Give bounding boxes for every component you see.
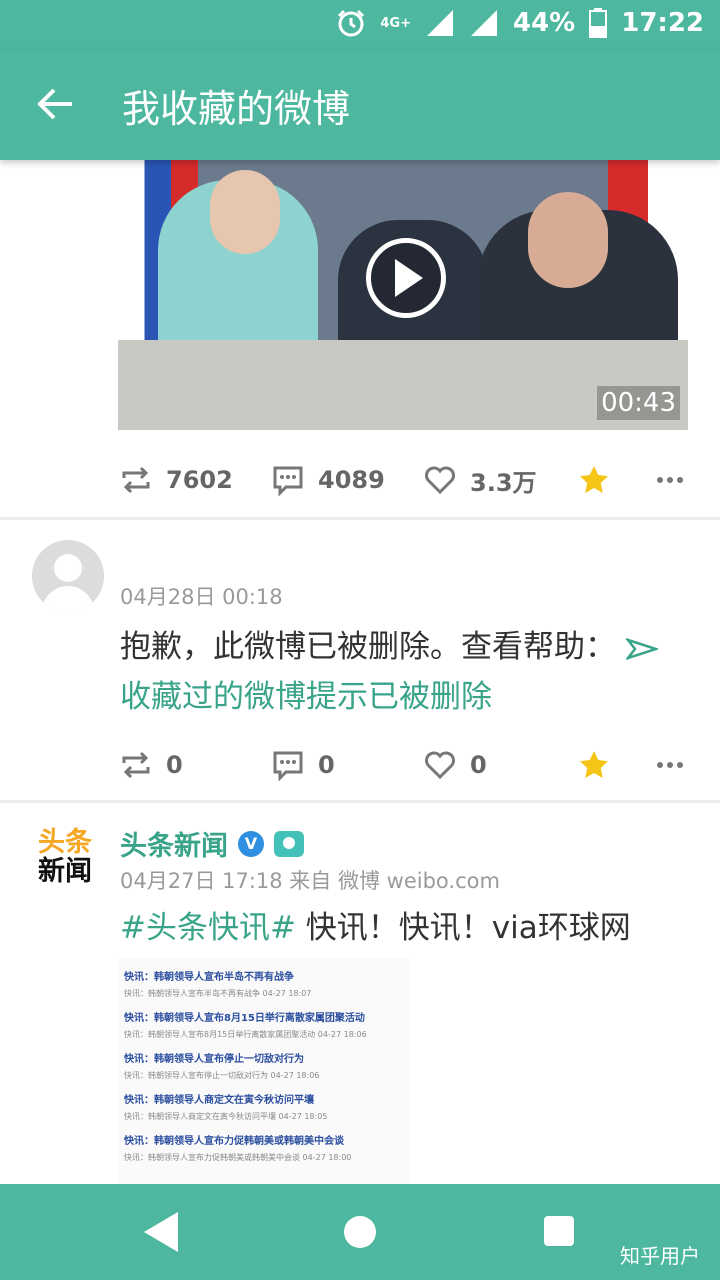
username-text[interactable]: 头条新闻 bbox=[120, 824, 228, 863]
logo-line-2: 新闻 bbox=[38, 856, 92, 887]
post-text: 抱歉，此微博已被删除。查看帮助： 收藏过的微博提示已被删除 bbox=[120, 622, 680, 722]
image-headline: 快讯：韩朝领导人宣布力促韩朝美或韩朝美中会谈 bbox=[124, 1136, 344, 1147]
favorite-button[interactable] bbox=[578, 445, 610, 515]
camera-icon bbox=[274, 830, 304, 857]
repost-count: 7602 bbox=[166, 466, 233, 494]
star-icon bbox=[580, 466, 608, 493]
comment-icon bbox=[273, 751, 303, 781]
page-title: 我收藏的微博 bbox=[122, 87, 351, 131]
system-nav-bar: 知乎用户 bbox=[0, 1184, 720, 1280]
battery-percent: 44% bbox=[513, 8, 576, 38]
repost-icon bbox=[122, 751, 150, 779]
news-logo[interactable]: 头条 新闻 bbox=[38, 828, 102, 886]
post-body: 快讯！快讯！via环球网 bbox=[295, 910, 631, 946]
logo-line-1: 头条 bbox=[38, 827, 92, 858]
video-duration: 00:43 bbox=[597, 386, 680, 420]
divider bbox=[0, 517, 720, 520]
battery-icon bbox=[589, 8, 608, 38]
image-headline: 快讯：韩朝领导人宣布8月15日举行离散家属团聚活动 bbox=[124, 1013, 365, 1024]
post-text: #头条快讯# 快讯！快讯！via环球网 bbox=[120, 903, 680, 953]
divider bbox=[0, 800, 720, 803]
image-news-item: 快讯：韩朝领导人宣布8月15日举行离散家属团聚活动 快讯：韩朝领导人宣布8月15… bbox=[124, 1009, 410, 1040]
signal-icon bbox=[427, 10, 453, 36]
post-actions: 0 0 0 bbox=[0, 730, 720, 800]
more-button[interactable] bbox=[656, 445, 684, 515]
clock: 17:22 bbox=[621, 8, 704, 38]
post-image[interactable]: 快讯：韩朝领导人宣布半岛不再有战争 快讯：韩朝领导人宣布半岛不再有战争 04-2… bbox=[118, 958, 410, 1184]
signal-2-icon bbox=[471, 10, 497, 36]
image-subline: 快讯：韩朝领导人宣布半岛不再有战争 04-27 18:07 bbox=[124, 989, 312, 998]
more-icon bbox=[657, 762, 683, 768]
heart-icon bbox=[425, 751, 455, 780]
comment-icon bbox=[273, 466, 303, 496]
alarm-icon bbox=[338, 9, 365, 37]
image-subline: 快讯：韩朝领导人宣布停止一切敌对行为 04-27 18:06 bbox=[124, 1071, 320, 1080]
post-timestamp: 04月28日 00:18 bbox=[120, 585, 283, 609]
deleted-notice: 抱歉，此微博已被删除。查看帮助： bbox=[120, 629, 616, 665]
arrow-icon[interactable] bbox=[624, 637, 660, 660]
image-subline: 快讯：韩朝领导人商定文在寅今秋访问平壤 04-27 18:05 bbox=[124, 1112, 328, 1121]
person-figure bbox=[210, 170, 280, 254]
more-icon bbox=[657, 477, 683, 483]
post-actions: 7602 4089 3.3万 bbox=[0, 445, 720, 515]
help-link[interactable]: 收藏过的微博提示已被删除 bbox=[120, 679, 492, 715]
like-count: 0 bbox=[470, 751, 487, 779]
image-news-item: 快讯：韩朝领导人宣布力促韩朝美或韩朝美中会谈 快讯：韩朝领导人宣布力促韩朝美或韩… bbox=[124, 1132, 410, 1163]
image-subline: 快讯：韩朝领导人宣布8月15日举行离散家属团聚活动 04-27 18:06 bbox=[124, 1030, 367, 1039]
favorite-button[interactable] bbox=[578, 730, 610, 800]
nav-recents-icon[interactable] bbox=[544, 1216, 574, 1246]
comment-count: 0 bbox=[318, 751, 335, 779]
repost-icon bbox=[122, 466, 150, 494]
app-bar: 我收藏的微博 bbox=[0, 50, 720, 160]
image-news-item: 快讯：韩朝领导人商定文在寅今秋访问平壤 快讯：韩朝领导人商定文在寅今秋访问平壤 … bbox=[124, 1091, 410, 1122]
more-button[interactable] bbox=[656, 730, 684, 800]
comment-button[interactable]: 4089 bbox=[272, 445, 385, 515]
post-meta: 04月27日 17:18 来自 微博 weibo.com bbox=[120, 869, 500, 893]
image-subline: 快讯：韩朝领导人宣布力促韩朝美或韩朝美中会谈 04-27 18:00 bbox=[124, 1153, 352, 1162]
network-label: 4G+ bbox=[380, 15, 411, 31]
comment-count: 4089 bbox=[318, 466, 385, 494]
repost-button[interactable]: 0 bbox=[120, 730, 183, 800]
person-figure bbox=[528, 192, 608, 288]
hashtag-link[interactable]: #头条快讯# bbox=[120, 910, 296, 946]
default-avatar-icon bbox=[42, 554, 94, 612]
verified-icon: V bbox=[238, 830, 264, 857]
star-icon bbox=[580, 751, 608, 778]
avatar[interactable] bbox=[32, 540, 104, 612]
nav-back-icon[interactable] bbox=[144, 1212, 178, 1252]
play-icon[interactable] bbox=[366, 238, 446, 318]
heart-icon bbox=[425, 466, 455, 495]
video-thumbnail[interactable]: 00:43 bbox=[118, 160, 688, 430]
repost-count: 0 bbox=[166, 751, 183, 779]
back-arrow-icon[interactable] bbox=[36, 84, 76, 124]
watermark: 知乎用户 bbox=[620, 1244, 700, 1268]
image-headline: 快讯：韩朝领导人宣布半岛不再有战争 bbox=[124, 972, 294, 983]
favorites-feed[interactable]: 00:43 7602 4089 3.3万 04月28日 00:18 抱歉，此微博… bbox=[0, 160, 720, 1184]
like-count: 3.3万 bbox=[470, 468, 537, 497]
repost-button[interactable]: 7602 bbox=[120, 445, 233, 515]
status-bar: 4G+ 44% 17:22 bbox=[0, 0, 720, 50]
image-headline: 快讯：韩朝领导人商定文在寅今秋访问平壤 bbox=[124, 1095, 314, 1106]
like-button[interactable]: 0 bbox=[424, 730, 487, 800]
image-news-item: 快讯：韩朝领导人宣布半岛不再有战争 快讯：韩朝领导人宣布半岛不再有战争 04-2… bbox=[124, 968, 410, 999]
comment-button[interactable]: 0 bbox=[272, 730, 335, 800]
image-headline: 快讯：韩朝领导人宣布停止一切敌对行为 bbox=[124, 1054, 304, 1065]
like-button[interactable]: 3.3万 bbox=[424, 445, 537, 515]
nav-home-icon[interactable] bbox=[344, 1216, 376, 1248]
post-username[interactable]: 头条新闻 V bbox=[120, 824, 304, 863]
image-news-item: 快讯：韩朝领导人宣布停止一切敌对行为 快讯：韩朝领导人宣布停止一切敌对行为 04… bbox=[124, 1050, 410, 1081]
